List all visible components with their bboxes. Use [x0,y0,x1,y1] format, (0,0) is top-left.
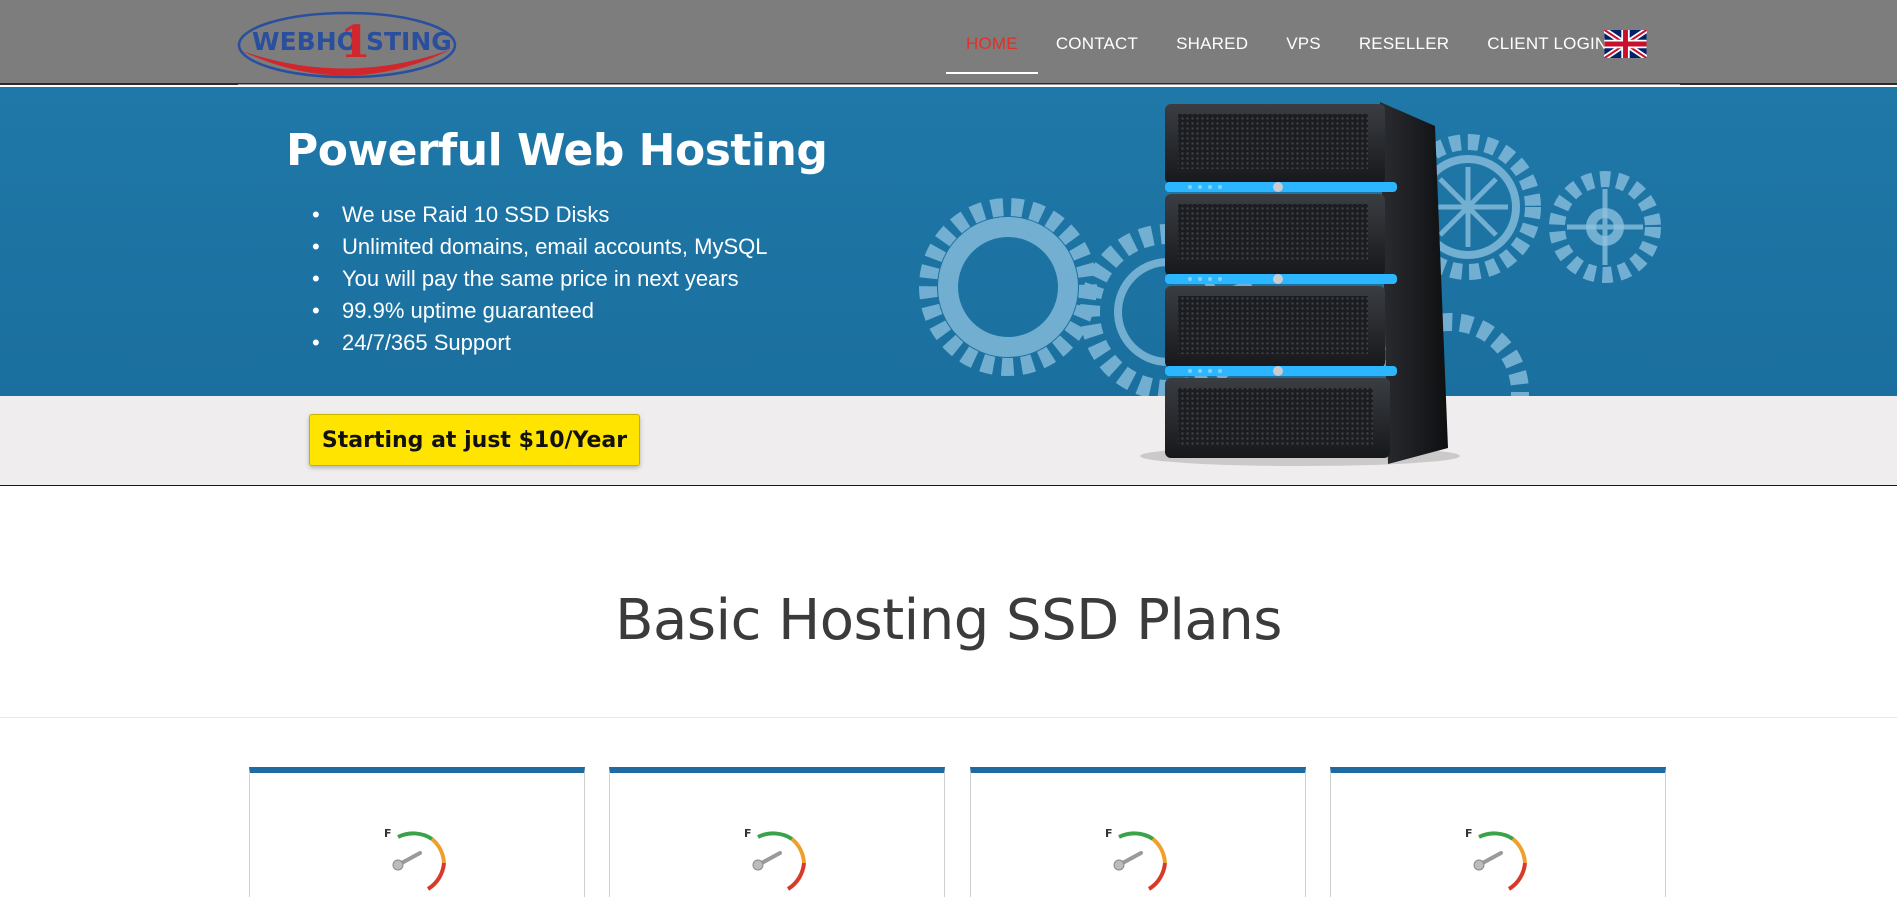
plan-card[interactable]: F [970,767,1306,897]
gauge-label: F [1105,827,1113,840]
header-divider [238,84,1680,85]
gauge-label: F [1465,827,1473,840]
feature-item: 24/7/365 Support [312,327,768,359]
gauge-label: F [384,827,392,840]
plan-card[interactable]: F [1330,767,1666,897]
speedometer-icon: F [1465,827,1527,891]
feature-list: We use Raid 10 SSD DisksUnlimited domain… [312,199,768,359]
nav-reseller[interactable]: RESELLER [1359,0,1449,54]
feature-item: 99.9% uptime guaranteed [312,295,768,327]
nav-shared[interactable]: SHARED [1176,0,1248,54]
main-nav: HOME CONTACT SHARED VPS RESELLER CLIENT LOGIN [946,0,1645,85]
section-divider [0,717,1897,718]
nav-home[interactable]: HOME [946,0,1038,74]
feature-item: Unlimited domains, email accounts, MySQL [312,231,768,263]
speedometer-icon: F [1105,827,1167,891]
site-header: WEBHO 1 STING HOME CONTACT SHARED VPS RESELL… [0,0,1897,85]
feature-item: You will pay the same price in next year… [312,263,768,295]
plan-card[interactable]: F [609,767,945,897]
speedometer-icon: F [744,827,806,891]
hero-banner: Powerful Web Hosting We use Raid 10 SSD … [0,87,1897,396]
logo-text-right: STING [366,27,452,56]
nav-contact[interactable]: CONTACT [1056,0,1138,54]
webhosting-logo[interactable]: WEBHO 1 STING [236,5,458,81]
hero-title: Powerful Web Hosting [286,125,828,176]
plans-section-title: Basic Hosting SSD Plans [615,588,1282,653]
pricing-cta-button[interactable]: Starting at just $10/Year [309,414,640,466]
plan-card[interactable]: F [249,767,585,897]
cta-strip [0,396,1897,486]
speedometer-icon: F [384,827,446,891]
server-rack-illustration [1140,102,1460,466]
uk-flag-icon[interactable] [1604,30,1647,58]
nav-vps[interactable]: VPS [1286,0,1321,54]
feature-item: We use Raid 10 SSD Disks [312,199,768,231]
gauge-label: F [744,827,752,840]
nav-client-login[interactable]: CLIENT LOGIN [1487,0,1607,54]
